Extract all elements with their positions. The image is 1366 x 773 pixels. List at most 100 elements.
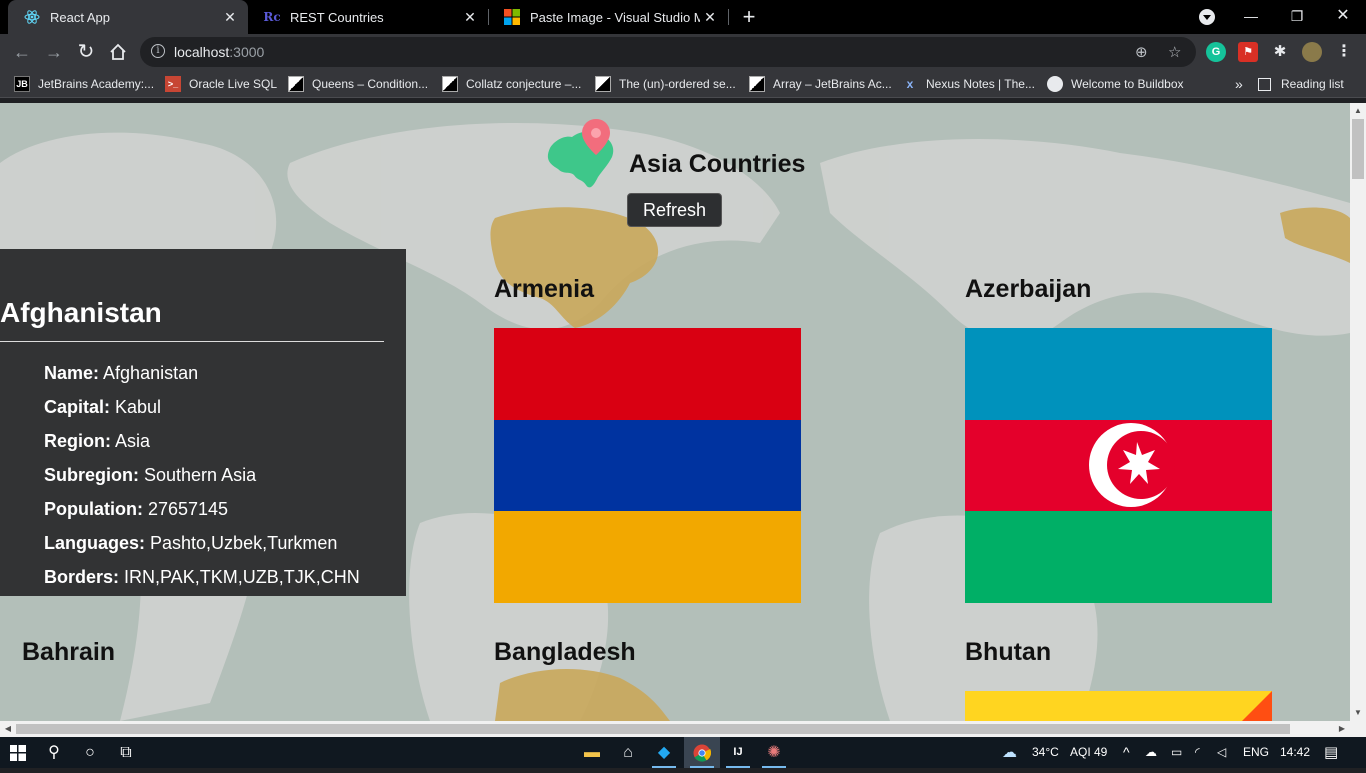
flag-azerbaijan[interactable] (965, 328, 1272, 603)
scroll-up-icon[interactable]: ▲ (1350, 103, 1366, 119)
detail-row-population: Population: 27657145 (44, 499, 229, 519)
page-icon (288, 76, 304, 92)
scrollbar-thumb[interactable] (1352, 119, 1364, 179)
extensions-puzzle-icon[interactable]: ✱ (1270, 42, 1290, 62)
detail-row-languages: Languages: Pashto,Uzbek,Turkmen (44, 533, 338, 553)
horizontal-scrollbar[interactable]: ◀ ▶ (0, 721, 1366, 737)
app-icon[interactable]: ✺ (756, 737, 792, 768)
clock[interactable]: 14:42 (1280, 737, 1310, 768)
country-name-bangladesh[interactable]: Bangladesh (494, 638, 636, 667)
weather-temp[interactable]: 34°C (1032, 737, 1059, 768)
globe-icon (1047, 76, 1063, 92)
country-name-bhutan[interactable]: Bhutan (965, 638, 1051, 667)
chevron-up-icon[interactable]: ^ (1123, 737, 1130, 768)
more-bookmarks-button[interactable]: » (1235, 75, 1243, 93)
bookmark-item[interactable]: x Nexus Notes | The... (902, 75, 1035, 93)
bookmark-item[interactable]: Collatz conjecture –... (442, 75, 581, 93)
bookmark-label: Collatz conjecture –... (466, 77, 582, 91)
window-close-button[interactable]: ✕ (1320, 0, 1366, 34)
page-icon (442, 76, 458, 92)
tab-label: REST Countries (290, 9, 384, 25)
detail-title: Afghanistan (0, 297, 162, 328)
bookmark-item[interactable]: The (un)-ordered se... (595, 75, 736, 93)
chrome-icon[interactable] (684, 737, 720, 768)
bookmark-label: Queens – Condition... (312, 77, 429, 91)
vertical-scrollbar[interactable]: ▲ ▼ (1350, 103, 1366, 721)
tab-react-app[interactable]: React App ✕ (8, 0, 248, 34)
scroll-left-icon[interactable]: ◀ (0, 721, 16, 737)
scrollbar-thumb[interactable] (16, 724, 1290, 734)
address-bar[interactable]: i localhost:3000 ⊕ ☆ (140, 37, 1196, 67)
notifications-icon[interactable]: ▤ (1324, 737, 1338, 768)
bookmarks-bar: JB JetBrains Academy:... >_ Oracle Live … (0, 70, 1366, 98)
task-view-icon[interactable]: ⧉ (108, 737, 144, 768)
reading-list-button[interactable]: Reading list (1258, 75, 1344, 93)
home-button[interactable] (104, 38, 132, 66)
reading-list-icon (1258, 77, 1271, 91)
bookmark-item[interactable]: JB JetBrains Academy:... (14, 75, 154, 93)
battery-icon[interactable]: ▭ (1171, 737, 1182, 768)
aqi-text[interactable]: AQI 49 (1070, 737, 1107, 768)
search-icon[interactable]: ⚲ (36, 737, 72, 768)
detail-row-name: Name: Afghanistan (44, 363, 199, 383)
minimize-button[interactable]: — (1228, 0, 1274, 34)
cortana-icon[interactable]: ○ (72, 737, 108, 768)
home-icon (110, 43, 126, 60)
scroll-down-icon[interactable]: ▼ (1350, 705, 1366, 721)
language-indicator[interactable]: ENG (1243, 737, 1269, 768)
grammarly-icon[interactable]: G (1206, 42, 1226, 62)
country-detail-panel: Afghanistan Name: Afghanistan Capital: K… (0, 249, 406, 596)
tab-rest-countries[interactable]: Rc REST Countries ✕ (248, 0, 488, 34)
tab-search-icon[interactable] (1199, 9, 1215, 25)
bookmark-item[interactable]: Welcome to Buildbox (1047, 75, 1184, 93)
store-icon[interactable]: ⌂ (610, 737, 646, 768)
intellij-icon[interactable]: IJ (720, 737, 756, 768)
detail-row-subregion: Subregion: Southern Asia (44, 465, 257, 485)
tab-paste-image[interactable]: Paste Image - Visual Studio Mark ✕ (488, 0, 728, 34)
refresh-button[interactable]: Refresh (627, 193, 722, 227)
nexus-notes-icon: x (906, 77, 914, 91)
close-icon[interactable]: ✕ (460, 9, 480, 26)
bookmark-label: The (un)-ordered se... (619, 77, 736, 91)
site-info-icon[interactable]: i (151, 44, 165, 58)
bookmark-item[interactable]: Queens – Condition... (288, 75, 428, 93)
new-tab-button[interactable]: + (736, 4, 762, 30)
reload-button[interactable]: ↻ (72, 38, 100, 66)
country-name-azerbaijan[interactable]: Azerbaijan (965, 275, 1091, 304)
wifi-icon[interactable]: ◜ (1195, 737, 1200, 768)
avatar[interactable] (1302, 42, 1322, 62)
oracle-sql-icon: >_ (165, 76, 181, 92)
scroll-right-icon[interactable]: ▶ (1334, 721, 1350, 737)
cloud-sync-icon[interactable]: ☁ (1145, 737, 1157, 768)
country-name-armenia[interactable]: Armenia (494, 275, 594, 304)
close-icon[interactable]: ✕ (700, 9, 720, 26)
rc-icon: Rc (263, 10, 281, 24)
volume-icon[interactable]: ◁ (1217, 737, 1226, 768)
detail-row-capital: Capital: Kabul (44, 397, 162, 417)
windows-taskbar: ⚲ ○ ⧉ ▬ ⌂ ◆ IJ ✺ ☁ 34°C AQI 49 ^ ☁ ▭ ◜ ◁… (0, 737, 1366, 768)
weather-icon[interactable]: ☁ (1002, 737, 1017, 768)
bookmark-item[interactable]: >_ Oracle Live SQL (165, 75, 277, 93)
page-icon (595, 76, 611, 92)
bookmark-star-icon[interactable]: ☆ (1168, 43, 1181, 61)
menu-kebab-icon[interactable]: ⋮ (1334, 42, 1354, 62)
country-name-bahrain[interactable]: Bahrain (22, 638, 115, 667)
page-viewport: Asia Countries Refresh Afghanistan Name:… (0, 103, 1350, 721)
back-button[interactable]: ← (8, 38, 36, 66)
start-button[interactable] (0, 737, 36, 768)
vscode-icon[interactable]: ◆ (646, 737, 682, 768)
file-explorer-icon[interactable]: ▬ (574, 737, 610, 768)
url-text: localhost:3000 (174, 44, 265, 60)
bookmark-item[interactable]: Array – JetBrains Ac... (749, 75, 892, 93)
flag-armenia[interactable] (494, 328, 801, 603)
page-header: Asia Countries (540, 113, 840, 193)
extension-icon[interactable]: ⚑ (1238, 42, 1258, 62)
zoom-icon[interactable]: ⊕ (1135, 43, 1148, 61)
page-icon (749, 76, 765, 92)
forward-button[interactable]: → (40, 38, 68, 66)
close-icon[interactable]: ✕ (220, 9, 240, 26)
restore-button[interactable]: ❐ (1274, 0, 1320, 34)
page-title: Asia Countries (629, 150, 806, 178)
detail-row-region: Region: Asia (44, 431, 151, 451)
flag-bhutan[interactable] (965, 691, 1272, 721)
